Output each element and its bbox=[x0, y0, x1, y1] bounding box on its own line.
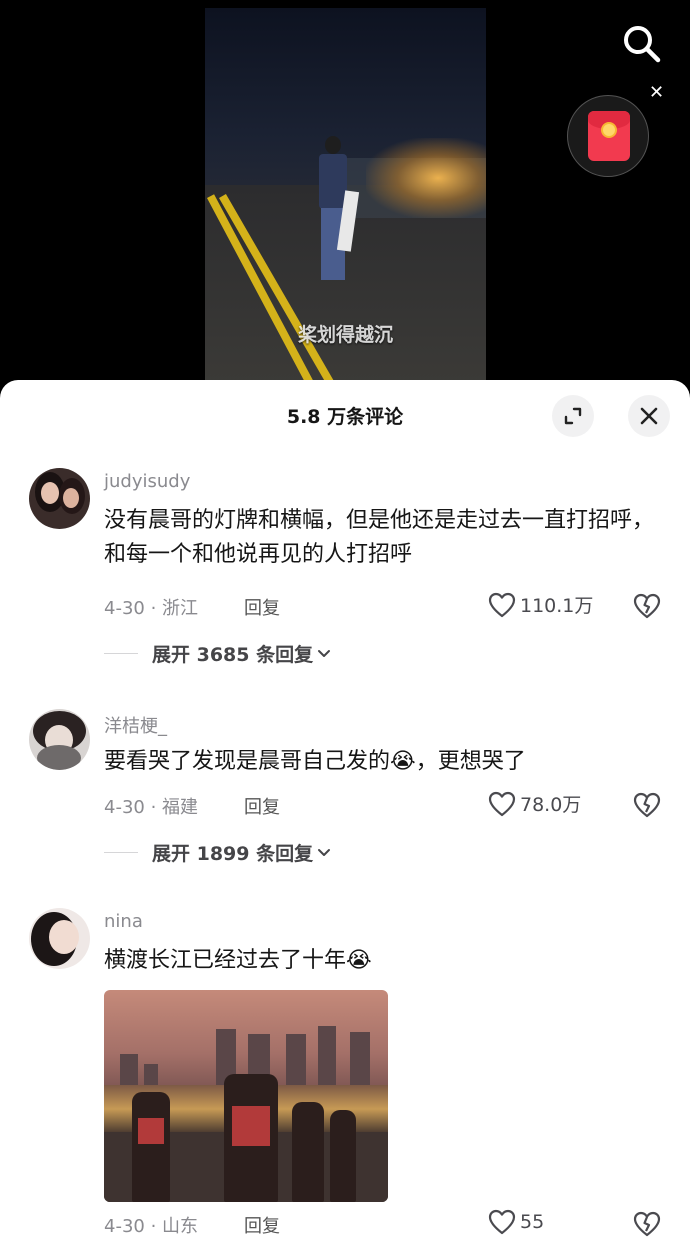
expand-sheet-button[interactable] bbox=[552, 395, 594, 437]
expand-replies-button[interactable]: 展开 1899 条回复 bbox=[104, 839, 331, 866]
heart-icon bbox=[488, 1209, 516, 1235]
reply-button[interactable]: 回复 bbox=[244, 793, 280, 819]
close-icon: ✕ bbox=[649, 82, 665, 103]
like-count: 78.0万 bbox=[520, 794, 582, 816]
comments-sheet: 5.8 万条评论 judyisudy 没有晨哥的灯牌和横幅，但是他还是走过去一直… bbox=[0, 380, 690, 1245]
comment-text: 要看哭了发现是晨哥自己发的😭，更想哭了 bbox=[104, 745, 674, 779]
expand-replies-label: 展开 3685 条回复 bbox=[152, 644, 314, 666]
divider-line bbox=[104, 653, 138, 654]
like-button[interactable]: 55 bbox=[488, 1209, 544, 1235]
comment-username[interactable]: 洋桔梗_ bbox=[104, 712, 167, 738]
dislike-button[interactable] bbox=[633, 593, 661, 623]
divider-line bbox=[104, 852, 138, 853]
broken-heart-icon bbox=[633, 1211, 661, 1237]
like-button[interactable]: 78.0万 bbox=[488, 790, 581, 817]
video-player[interactable]: 桨划得越沉 bbox=[205, 8, 486, 385]
video-person bbox=[313, 136, 360, 286]
comment-date-location: 4-30 · 浙江 bbox=[104, 598, 199, 619]
comment-text: 没有晨哥的灯牌和横幅，但是他还是走过去一直打招呼，和每一个和他说再见的人打招呼 bbox=[104, 508, 655, 567]
broken-heart-icon bbox=[633, 792, 661, 818]
dislike-button[interactable] bbox=[633, 1211, 661, 1241]
comment-text: 横渡长江已经过去了十年😭 bbox=[104, 944, 674, 978]
red-envelope-icon bbox=[588, 111, 630, 161]
comment-image[interactable] bbox=[104, 990, 388, 1202]
chevron-down-icon bbox=[318, 848, 331, 856]
dislike-button[interactable] bbox=[633, 792, 661, 822]
broken-heart-icon bbox=[633, 593, 661, 619]
crying-emoji-icon: 😭 bbox=[346, 948, 372, 973]
like-count: 55 bbox=[520, 1211, 545, 1233]
comment-username[interactable]: judyisudy bbox=[104, 471, 190, 492]
search-icon bbox=[624, 26, 661, 63]
expand-replies-button[interactable]: 展开 3685 条回复 bbox=[104, 640, 331, 667]
avatar[interactable] bbox=[29, 709, 90, 770]
reply-button[interactable]: 回复 bbox=[244, 594, 280, 620]
heart-icon bbox=[488, 791, 516, 816]
comment-text-part: 横渡长江已经过去了十年 bbox=[104, 948, 347, 973]
video-area: 桨划得越沉 ✕ bbox=[0, 0, 690, 385]
comment-text-part: ，更想哭了 bbox=[415, 749, 526, 774]
chevron-down-icon bbox=[318, 649, 331, 657]
avatar[interactable] bbox=[29, 908, 90, 969]
red-envelope-button[interactable] bbox=[567, 95, 649, 177]
video-caption: 桨划得越沉 bbox=[297, 324, 393, 346]
comment-date-location: 4-30 · 福建 bbox=[104, 797, 199, 818]
reply-button[interactable]: 回复 bbox=[244, 1212, 280, 1238]
search-button[interactable] bbox=[620, 22, 664, 66]
crying-emoji-icon: 😭 bbox=[390, 749, 416, 774]
video-lights bbox=[366, 138, 486, 218]
expand-icon bbox=[564, 407, 582, 425]
close-red-envelope-button[interactable]: ✕ bbox=[649, 84, 664, 102]
close-icon bbox=[640, 407, 658, 425]
comment-username[interactable]: nina bbox=[104, 911, 143, 932]
heart-icon bbox=[488, 592, 516, 617]
expand-replies-label: 展开 1899 条回复 bbox=[152, 843, 314, 865]
close-sheet-button[interactable] bbox=[628, 395, 670, 437]
comment-date-location: 4-30 · 山东 bbox=[104, 1216, 199, 1237]
like-count: 110.1万 bbox=[520, 595, 594, 617]
avatar[interactable] bbox=[29, 468, 90, 529]
comment-text-part: 要看哭了发现是晨哥自己发的 bbox=[104, 749, 391, 774]
like-button[interactable]: 110.1万 bbox=[488, 591, 593, 618]
